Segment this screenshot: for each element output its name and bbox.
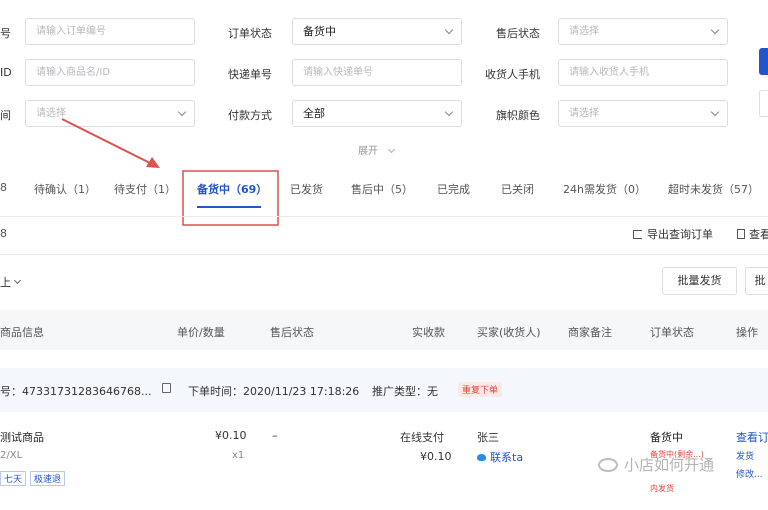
watermark: 小店如何开通 <box>598 454 714 475</box>
modify-link[interactable]: 修改... <box>736 467 763 480</box>
received-amount: ¥0.10 <box>420 450 452 463</box>
ship-link[interactable]: 发货 <box>736 449 754 462</box>
export-label: 导出查询订单 <box>647 228 713 241</box>
unit-price: ¥0.10 <box>215 429 247 442</box>
tab-shipped[interactable]: 已发货 <box>290 181 323 197</box>
copy-icon[interactable] <box>162 383 171 393</box>
export-orders-link[interactable]: 导出查询订单 <box>633 226 713 242</box>
tab-closed[interactable]: 已关闭 <box>501 181 534 197</box>
fast-refund-badge: 极速退 <box>30 471 66 486</box>
watermark-text: 小店如何开通 <box>624 456 715 474</box>
tab-pending-pay[interactable]: 待支付（1） <box>114 181 176 197</box>
pay-type: 在线支付 <box>400 431 444 444</box>
col-actions: 操作 <box>736 326 758 339</box>
wechat-icon <box>598 458 618 472</box>
quantity: x1 <box>232 450 245 461</box>
annotation-arrow-line <box>61 118 151 164</box>
promo-type: 推广类型：无 <box>372 385 438 398</box>
order-status-value: 备货中 <box>650 431 683 444</box>
col-order-status: 订单状态 <box>650 326 694 339</box>
batch-ship-button[interactable]: 批量发货 <box>662 267 737 295</box>
view-order-link[interactable]: 查看订 <box>736 429 768 445</box>
contact-label: 联系ta <box>490 451 524 464</box>
col-received: 实收款 <box>412 326 445 339</box>
after-sale-value: – <box>272 429 278 442</box>
seven-day-return-badge: 七天 <box>0 471 27 486</box>
document-icon <box>737 229 745 239</box>
col-price-qty: 单价/数量 <box>177 326 225 339</box>
tab-completed[interactable]: 已完成 <box>437 181 470 197</box>
active-tab-indicator <box>197 206 261 208</box>
sort-label: 上 <box>0 276 11 289</box>
tab-preparing[interactable]: 备货中（69） <box>197 181 267 197</box>
tab-after-sale[interactable]: 售后中（5） <box>351 181 413 197</box>
tab-all[interactable]: 8 <box>0 181 7 194</box>
tab-pending-confirm[interactable]: 待确认（1） <box>34 181 96 197</box>
export-icon <box>633 230 642 239</box>
repeat-order-tag: 重复下单 <box>458 382 503 397</box>
view-link[interactable]: 查看 <box>737 226 768 242</box>
product-spec: 2/XL <box>0 450 23 461</box>
buyer-name: 张三 <box>477 431 499 444</box>
tabs-divider <box>0 216 768 217</box>
status-deadline: 内发货 <box>650 484 674 493</box>
view-label: 查看 <box>749 228 768 241</box>
tab-24h-ship[interactable]: 24h需发货（0） <box>563 181 646 197</box>
toolbar-divider <box>0 254 768 255</box>
col-after-sale: 售后状态 <box>270 326 314 339</box>
chat-icon <box>477 454 486 461</box>
sort-select[interactable]: 上 <box>0 274 22 290</box>
chevron-down-icon <box>13 276 22 285</box>
result-count: 8 <box>0 227 7 240</box>
tab-overdue[interactable]: 超时未发货（57） <box>668 181 759 197</box>
col-product-info: 商品信息 <box>0 326 44 339</box>
contact-buyer-link[interactable]: 联系ta <box>477 449 523 465</box>
batch-more-button[interactable]: 批 <box>745 267 768 295</box>
order-time: 下单时间：2020/11/23 17:18:26 <box>188 385 360 398</box>
col-merchant-note: 商家备注 <box>568 326 612 339</box>
product-name[interactable]: 测试商品 <box>0 429 44 445</box>
col-buyer: 买家(收货人) <box>477 326 541 339</box>
order-number: 号：47331731283646768... <box>0 385 152 398</box>
